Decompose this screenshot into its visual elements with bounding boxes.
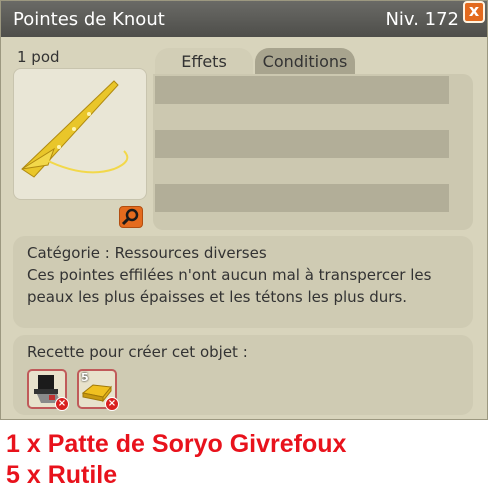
missing-ingredient-icon: × [55,397,69,411]
item-window: Pointes de Knout Niv. 172 x 1 pod Effets… [0,0,488,420]
tab-conditions[interactable]: Conditions [255,48,355,76]
close-icon: x [468,1,480,20]
caption-line-2: 5 x Rutile [6,461,118,489]
item-title: Pointes de Knout [13,9,165,30]
ingredient-quantity: 5 [81,371,89,384]
tab-effets[interactable]: Effets [155,48,253,76]
caption-line-1: 1 x Patte de Soryo Givrefoux [6,430,347,458]
recipe-ingredient-slot[interactable]: 5 × [77,369,119,411]
item-image-frame [13,68,147,200]
magnifier-icon [121,208,139,226]
recipe-ingredient-slot[interactable]: × [27,369,69,411]
effects-panel [153,74,473,230]
close-button[interactable]: x [463,1,485,23]
zoom-button[interactable] [119,206,143,228]
item-category: Catégorie : Ressources diverses [27,244,267,262]
description-box: Catégorie : Ressources diverses Ces poin… [13,236,473,328]
title-bar: Pointes de Knout Niv. 172 x [1,1,487,37]
recipe-label: Recette pour créer cet objet : [27,343,248,361]
item-level: Niv. 172 [385,9,459,30]
recipe-box: Recette pour créer cet objet : × 5 × [13,335,473,415]
effect-row [155,184,449,212]
item-description: Ces pointes effilées n'ont aucun mal à t… [27,266,432,306]
item-weight: 1 pod [17,48,60,66]
effect-row [155,130,449,158]
missing-ingredient-icon: × [105,397,119,411]
effect-row [155,76,449,104]
golden-spike-icon [21,80,129,178]
